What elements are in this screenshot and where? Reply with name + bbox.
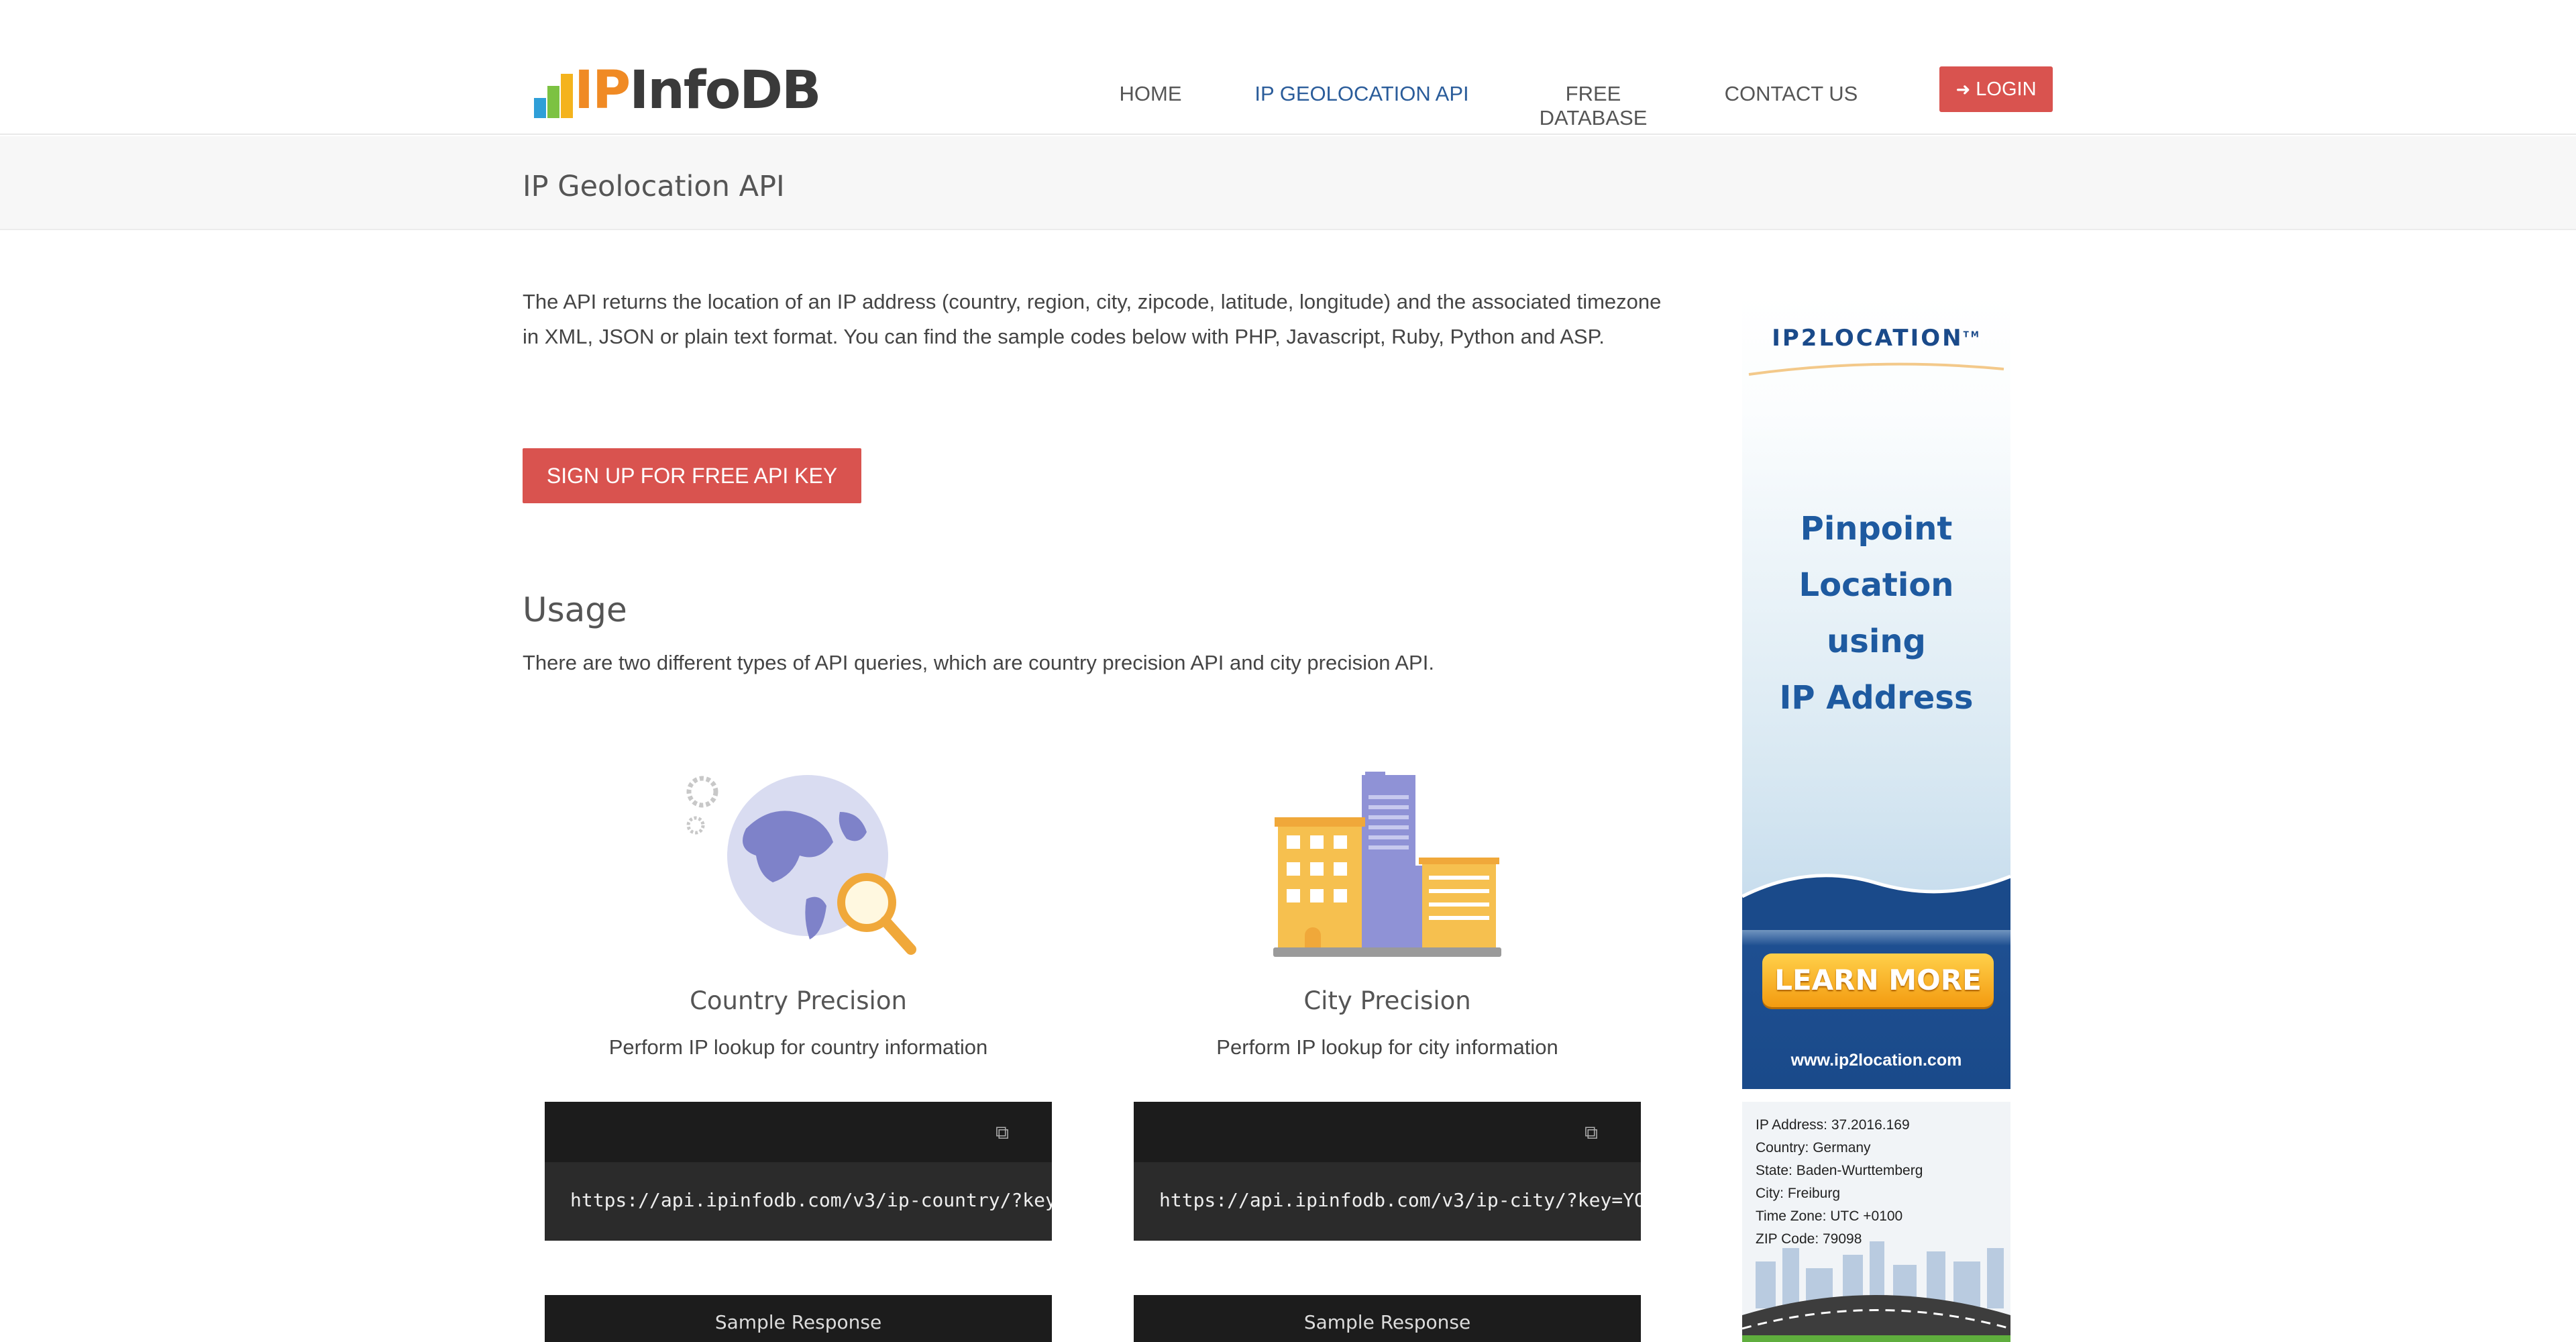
nav-free-database[interactable]: FREE DATABASE: [1509, 74, 1677, 138]
nav-home[interactable]: HOME: [1100, 74, 1201, 138]
country-precision-desc: Perform IP lookup for country informatio…: [608, 1035, 988, 1059]
ad-wave: [1742, 874, 2010, 930]
code-header: ⧉: [545, 1102, 1052, 1162]
ad-url: www.ip2location.com: [1790, 1051, 1962, 1070]
ip2location-ad-banner[interactable]: IP2LOCATIONTM Pinpoint Location using IP…: [1742, 293, 2010, 1089]
intro-text: The API returns the location of an IP ad…: [523, 290, 1662, 348]
code-block[interactable]: https://api.ipinfodb.com/v3/ip-city/?key…: [1134, 1162, 1641, 1241]
nav-contact-us[interactable]: CONTACT US: [1717, 74, 1865, 138]
country-precision-title: Country Precision: [690, 986, 907, 1015]
site-header: IPInfoDB HOME IP GEOLOCATION API FREE DA…: [0, 0, 2576, 146]
ad-learn-more-button[interactable]: LEARN MORE: [1762, 953, 1994, 1007]
logo-text: IPInfoDB: [574, 60, 821, 121]
login-label: LOGIN: [1976, 78, 2037, 100]
ip2location-ad-info[interactable]: IP Address: 37.2016.169 Country: Germany…: [1742, 1102, 2010, 1342]
usage-text: There are two different types of API que…: [523, 651, 1434, 674]
ad-brand: IP2LOCATIONTM: [1772, 325, 1981, 352]
city-skyline-icon: [1742, 1241, 2010, 1342]
signup-api-key-button[interactable]: SIGN UP FOR FREE API KEY: [523, 448, 861, 503]
city-buildings-icon: [1273, 772, 1501, 957]
api-url-country: https://api.ipinfodb.com/v3/ip-country/?…: [570, 1189, 1052, 1211]
ad-swoosh: [1748, 362, 2004, 376]
sample-response-button[interactable]: Sample Response: [545, 1295, 1052, 1342]
login-button[interactable]: ➜ LOGIN: [1939, 66, 2053, 112]
sign-in-icon: ➜: [1955, 79, 1971, 99]
copy-icon[interactable]: ⧉: [996, 1122, 1017, 1143]
city-precision-title: City Precision: [1303, 986, 1471, 1015]
code-block[interactable]: https://api.ipinfodb.com/v3/ip-country/?…: [545, 1162, 1052, 1241]
code-header: ⧉: [1134, 1102, 1641, 1162]
page-title: IP Geolocation API: [523, 170, 785, 203]
api-url-city: https://api.ipinfodb.com/v3/ip-city/?key…: [1159, 1189, 1641, 1211]
nav-ip-geolocation-api[interactable]: IP GEOLOCATION API: [1228, 74, 1496, 146]
usage-heading: Usage: [523, 590, 627, 629]
city-precision-desc: Perform IP lookup for city information: [1216, 1035, 1558, 1059]
main-nav: HOME IP GEOLOCATION API FREE DATABASE CO…: [1100, 74, 1865, 146]
site-logo[interactable]: IPInfoDB: [534, 58, 821, 121]
globe-search-icon: [686, 775, 916, 955]
page-title-bar: IP Geolocation API: [0, 136, 2576, 230]
ad-tagline: Pinpoint Location using IP Address: [1779, 510, 1974, 717]
sample-response-button[interactable]: Sample Response: [1134, 1295, 1641, 1342]
copy-icon[interactable]: ⧉: [1585, 1122, 1606, 1143]
